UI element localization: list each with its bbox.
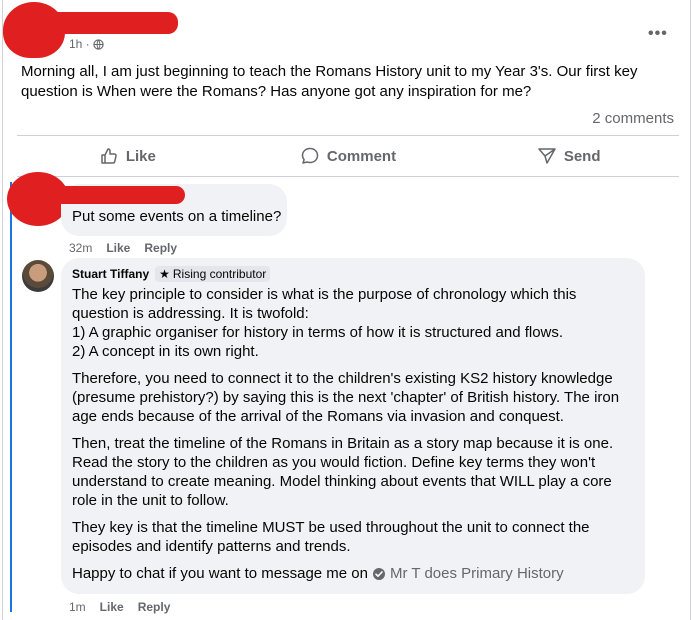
send-icon bbox=[538, 148, 556, 164]
comment-icon bbox=[301, 147, 319, 164]
comment-line: episodes and identify patterns and trend… bbox=[72, 538, 351, 555]
comment-thread-line bbox=[10, 182, 12, 612]
comment-label: Comment bbox=[326, 147, 397, 165]
closing-text: Happy to chat if you want to message me … bbox=[72, 565, 368, 582]
more-options-icon[interactable]: ••• bbox=[648, 25, 668, 43]
avatar[interactable] bbox=[22, 260, 54, 292]
comment-line: 1) A graphic organiser for history in te… bbox=[72, 324, 564, 341]
comment-like-1[interactable]: Like bbox=[106, 241, 130, 255]
comment-paragraph: Therefore, you need to connect it to the… bbox=[72, 369, 637, 426]
thumbs-up-icon bbox=[101, 148, 117, 164]
comment-line: The key principle to consider is what is… bbox=[72, 286, 577, 303]
comment-line: question is addressing. It is twofold: bbox=[72, 305, 309, 322]
comment-button[interactable]: Comment bbox=[238, 138, 459, 174]
comment-time-2[interactable]: 1m bbox=[69, 600, 86, 614]
comment-time-1[interactable]: 32m bbox=[69, 241, 92, 255]
post-meta: 1h · bbox=[69, 37, 104, 51]
send-label: Send bbox=[563, 147, 601, 165]
comment-line: Then, treat the timeline of the Romans i… bbox=[72, 435, 614, 452]
like-button[interactable]: Like bbox=[17, 138, 238, 174]
comment-reply-2[interactable]: Reply bbox=[138, 600, 171, 614]
post-card: 1h · ••• Morning all, I am just beginnin… bbox=[2, 0, 691, 620]
comment-line: age ends because of the arrival of the R… bbox=[72, 408, 564, 425]
comment-like-2[interactable]: Like bbox=[100, 600, 124, 614]
post-actions: Like Comment Send bbox=[17, 138, 679, 174]
page-mention-link[interactable]: Mr T does Primary History bbox=[372, 564, 564, 583]
comment-line: (presume prehistory?) by saying this is … bbox=[72, 389, 620, 406]
comment-closing: Happy to chat if you want to message me … bbox=[72, 564, 637, 583]
comment-line: They key is that the timeline MUST be us… bbox=[72, 519, 590, 536]
page-link-label: Mr T does Primary History bbox=[390, 565, 564, 582]
comment-line: Read the story to the children as you wo… bbox=[72, 454, 596, 471]
comment-paragraph: Then, treat the timeline of the Romans i… bbox=[72, 434, 637, 510]
badge-label: Rising contributor bbox=[172, 267, 267, 281]
comment-text-1: Put some events on a timeline? bbox=[72, 208, 282, 225]
star-icon: ★ bbox=[159, 267, 170, 281]
globe-icon bbox=[93, 38, 104, 50]
status-badge: ★ Rising contributor bbox=[155, 266, 271, 282]
comment-meta-1: 32m Like Reply bbox=[69, 241, 177, 255]
comment-paragraph: They key is that the timeline MUST be us… bbox=[72, 518, 637, 556]
redacted-commenter-name bbox=[53, 186, 185, 204]
send-button[interactable]: Send bbox=[458, 138, 679, 174]
comment-line: role in the unit to follow. bbox=[72, 492, 229, 509]
actions-divider-top bbox=[17, 135, 679, 136]
page-icon bbox=[373, 567, 385, 580]
comment-paragraph: The key principle to consider is what is… bbox=[72, 285, 637, 361]
comment-line: 2) A concept in its own right. bbox=[72, 343, 259, 360]
like-label: Like bbox=[125, 147, 156, 165]
comment-meta-2: 1m Like Reply bbox=[69, 600, 170, 614]
comments-count[interactable]: 2 comments bbox=[592, 110, 674, 127]
comment-line: understand to create meaning. Model thin… bbox=[72, 473, 612, 490]
post-text: Morning all, I am just beginning to teac… bbox=[21, 63, 638, 100]
comment-author-row: Stuart Tiffany ★ Rising contributor bbox=[72, 266, 271, 282]
actions-divider-bottom bbox=[17, 176, 679, 177]
comment-author[interactable]: Stuart Tiffany bbox=[72, 267, 149, 281]
comment-reply-1[interactable]: Reply bbox=[144, 241, 177, 255]
comment-line: Therefore, you need to connect it to the… bbox=[72, 370, 613, 387]
redacted-author-name bbox=[33, 12, 178, 34]
post-time[interactable]: 1h · bbox=[69, 37, 90, 51]
comment-text-2: The key principle to consider is what is… bbox=[72, 285, 637, 583]
